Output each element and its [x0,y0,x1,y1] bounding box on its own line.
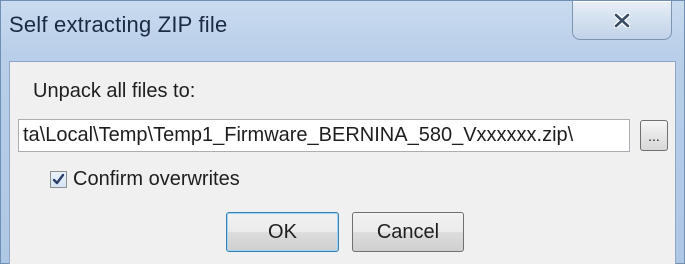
unpack-label: Unpack all files to: [33,80,196,102]
close-x-icon [614,12,630,28]
cancel-button[interactable]: Cancel [352,212,464,252]
checkmark-icon [52,173,65,185]
cancel-button-label: Cancel [376,220,440,243]
destination-path-input[interactable] [18,119,630,152]
dialog-body: Unpack all files to: ... Confirm overwri… [9,61,676,264]
browse-button-label: ... [648,128,660,144]
title-bar[interactable]: Self extracting ZIP file [1,1,684,53]
ok-button-label: OK [268,220,297,243]
confirm-overwrites-option[interactable]: Confirm overwrites [50,168,240,191]
window-title: Self extracting ZIP file [9,12,228,37]
dialog-window: Self extracting ZIP file Unpack all file… [0,0,685,264]
close-button[interactable] [572,1,672,40]
confirm-overwrites-checkbox[interactable] [50,171,67,188]
ok-button[interactable]: OK [226,212,339,252]
browse-button[interactable]: ... [640,120,668,151]
confirm-overwrites-label: Confirm overwrites [73,168,240,190]
